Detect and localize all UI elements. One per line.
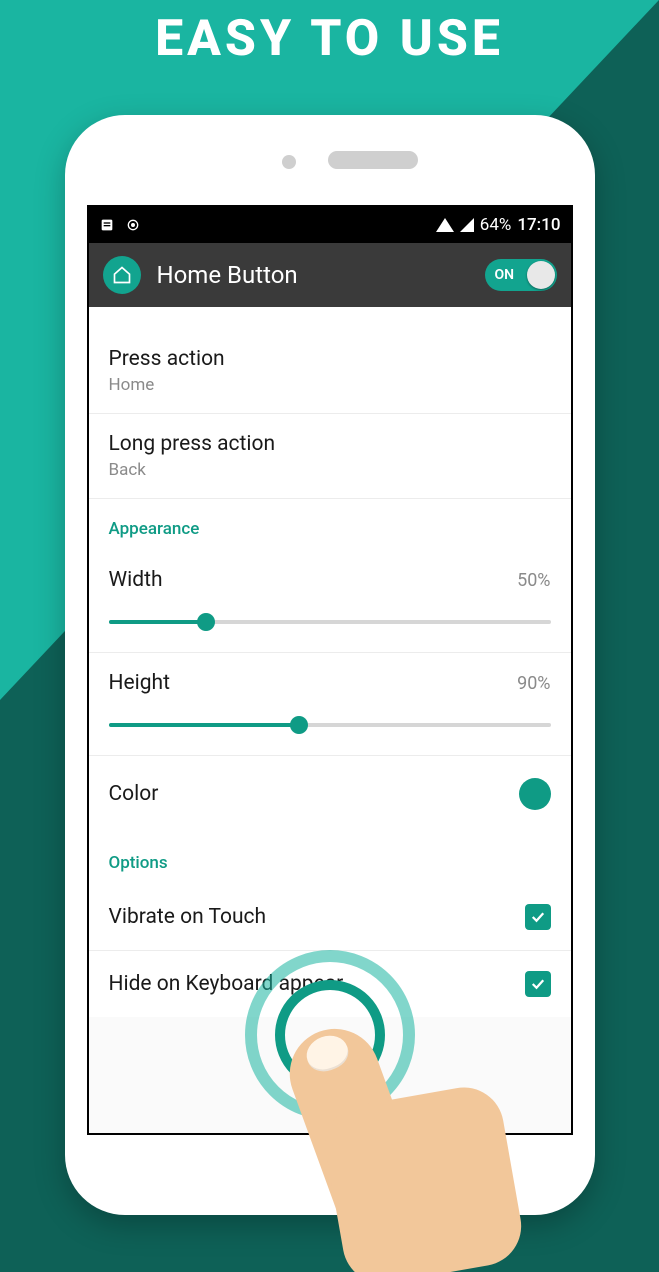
slider-label: Width	[109, 568, 163, 592]
toggle-knob	[527, 261, 555, 289]
status-time: 17:10	[517, 215, 560, 235]
cellular-icon	[460, 218, 474, 232]
checkbox-checked-icon[interactable]	[525, 971, 551, 997]
slider-value: 50%	[517, 570, 550, 591]
phone-screen: 64% 17:10 Home Button ON Press action Ho…	[87, 205, 573, 1135]
option-vibrate[interactable]: Vibrate on Touch	[89, 884, 571, 951]
setting-value: Back	[109, 460, 551, 480]
notification-icon	[99, 217, 115, 233]
color-label: Color	[109, 782, 159, 806]
slider-fill	[109, 723, 299, 727]
promo-background: EASY TO USE 64% 17:10	[0, 0, 659, 1272]
slider-track[interactable]	[109, 723, 551, 727]
section-appearance: Appearance	[89, 499, 571, 550]
phone-speaker	[328, 151, 418, 169]
setting-value: Home	[109, 375, 551, 395]
setting-long-press-action[interactable]: Long press action Back	[89, 414, 571, 499]
option-label: Vibrate on Touch	[109, 905, 267, 929]
slider-height[interactable]: Height 90%	[89, 653, 571, 756]
target-icon	[125, 217, 141, 233]
phone-frame: 64% 17:10 Home Button ON Press action Ho…	[65, 115, 595, 1215]
checkbox-checked-icon[interactable]	[525, 904, 551, 930]
phone-camera-dot	[282, 155, 296, 169]
option-hide-keyboard[interactable]: Hide on Keyboard appear	[89, 951, 571, 1017]
settings-list: Press action Home Long press action Back…	[89, 307, 571, 1017]
option-label: Hide on Keyboard appear	[109, 972, 344, 996]
app-bar-title: Home Button	[157, 261, 298, 289]
home-icon[interactable]	[103, 256, 141, 294]
promo-headline: EASY TO USE	[0, 10, 659, 68]
setting-title: Long press action	[109, 432, 551, 456]
slider-thumb[interactable]	[197, 613, 215, 631]
setting-press-action[interactable]: Press action Home	[89, 307, 571, 414]
slider-thumb[interactable]	[290, 716, 308, 734]
color-swatch[interactable]	[519, 778, 551, 810]
setting-title: Press action	[109, 347, 551, 371]
slider-value: 90%	[517, 673, 550, 694]
slider-track[interactable]	[109, 620, 551, 624]
slider-width[interactable]: Width 50%	[89, 550, 571, 653]
battery-text: 64%	[480, 215, 512, 235]
slider-label: Height	[109, 671, 170, 695]
master-toggle[interactable]: ON	[485, 259, 557, 291]
toggle-label: ON	[495, 267, 515, 283]
slider-fill	[109, 620, 206, 624]
section-options: Options	[89, 833, 571, 884]
app-bar: Home Button ON	[89, 243, 571, 307]
status-bar: 64% 17:10	[89, 207, 571, 243]
wifi-icon	[436, 218, 454, 232]
setting-color[interactable]: Color	[89, 756, 571, 833]
